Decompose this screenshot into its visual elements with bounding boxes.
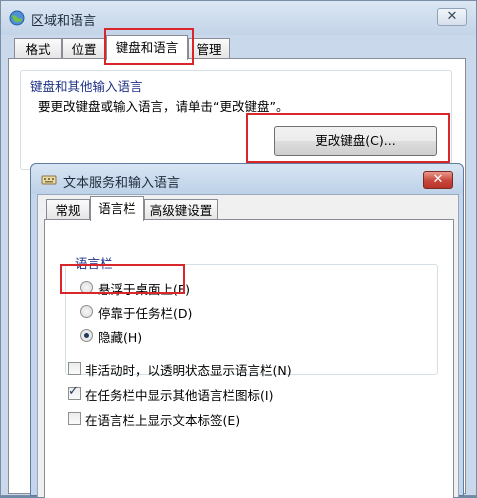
tab-keyboards-languages[interactable]: 键盘和语言: [106, 35, 188, 60]
inner-dialog-body: 常规 语言栏 高级键设置 语言栏 悬浮于桌面上(F) 停靠于任务栏(D) 隐藏(…: [37, 194, 459, 498]
tab-location[interactable]: 位置: [62, 38, 106, 60]
radio-float-on-desktop[interactable]: [80, 281, 93, 294]
outer-close-button[interactable]: ✕: [437, 8, 467, 26]
tab-format[interactable]: 格式: [14, 38, 62, 60]
inner-close-button[interactable]: ✕: [423, 171, 453, 189]
tab-advanced-key-settings[interactable]: 高级键设置: [144, 199, 218, 221]
tab-language-bar[interactable]: 语言栏: [90, 196, 144, 221]
radio-hidden-label: 隐藏(H): [98, 330, 143, 345]
text-services-dialog: 文本服务和输入语言 ✕ 常规 语言栏 高级键设置 语言栏 悬浮于桌面上(F) 停…: [30, 163, 464, 498]
radio-docked-in-taskbar[interactable]: [80, 305, 93, 318]
inner-dialog-title: 文本服务和输入语言: [63, 176, 181, 191]
radio-float-on-desktop-label: 悬浮于桌面上(F): [98, 282, 190, 297]
outer-window-title: 区域和语言: [31, 14, 97, 29]
change-keyboards-button[interactable]: 更改键盘(C)...: [274, 126, 437, 156]
checkbox-show-additional-icons[interactable]: ✓: [68, 384, 81, 400]
keyboard-group-title: 键盘和其他输入语言: [28, 76, 145, 95]
language-bar-panel: 语言栏 悬浮于桌面上(F) 停靠于任务栏(D) 隐藏(H) ✓ 非活动时，以透明…: [44, 219, 454, 498]
checkbox-show-text-labels[interactable]: ✓: [68, 412, 81, 425]
outer-titlebar[interactable]: 区域和语言 ✕: [1, 1, 476, 35]
checkbox-transparent-when-inactive[interactable]: ✓: [68, 362, 81, 375]
radio-hidden[interactable]: [80, 329, 93, 342]
inner-titlebar[interactable]: 文本服务和输入语言 ✕: [31, 164, 463, 194]
tab-general[interactable]: 常规: [46, 199, 90, 221]
radio-docked-in-taskbar-label: 停靠于任务栏(D): [98, 306, 193, 321]
checkbox-show-icons-label: 在任务栏中显示其他语言栏图标(I): [85, 388, 274, 403]
keyboard-group-description: 要更改键盘或输入语言，请单击“更改键盘”。: [38, 99, 289, 114]
tab-administrative[interactable]: 管理: [188, 38, 230, 60]
globe-icon: [9, 10, 25, 26]
checkbox-transparent-label: 非活动时，以透明状态显示语言栏(N): [85, 363, 292, 378]
keyboard-icon: [41, 175, 57, 185]
language-bar-group-title: 语言栏: [73, 253, 115, 272]
checkbox-text-labels-label: 在语言栏上显示文本标签(E): [85, 413, 241, 428]
